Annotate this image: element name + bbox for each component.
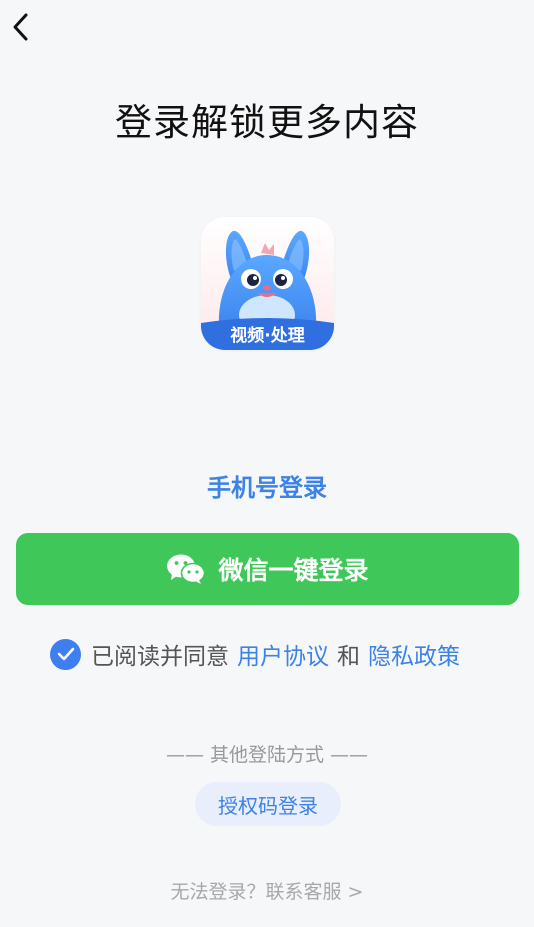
other-methods-divider: —— 其他登陆方式 —— <box>165 744 369 766</box>
wechat-login-label: 微信一键登录 <box>218 556 369 585</box>
logo-text: 视频·处理 <box>230 325 304 346</box>
check-icon <box>57 647 74 661</box>
contact-support-link[interactable]: 无法登录？联系客服 > <box>0 877 534 904</box>
back-button[interactable] <box>4 10 36 44</box>
wechat-icon <box>167 554 206 584</box>
auth-code-login-button[interactable]: 授权码登录 <box>195 782 341 826</box>
agreement-row: 已阅读并同意 用户协议 和 隐私政策 <box>50 638 468 670</box>
app-logo: 视频·处理 <box>201 217 334 350</box>
agreement-conjunction: 和 <box>337 644 360 670</box>
agreement-checkbox[interactable] <box>50 638 81 670</box>
privacy-policy-link[interactable]: 隐私政策 <box>368 637 460 671</box>
chevron-left-icon <box>13 13 28 41</box>
phone-login-link[interactable]: 手机号登录 <box>0 468 534 503</box>
wechat-login-button[interactable]: 微信一键登录 <box>16 533 519 605</box>
user-agreement-link[interactable]: 用户协议 <box>237 637 329 671</box>
page-title: 登录解锁更多内容 <box>115 101 419 144</box>
agreement-text: 已阅读并同意 <box>91 644 229 670</box>
